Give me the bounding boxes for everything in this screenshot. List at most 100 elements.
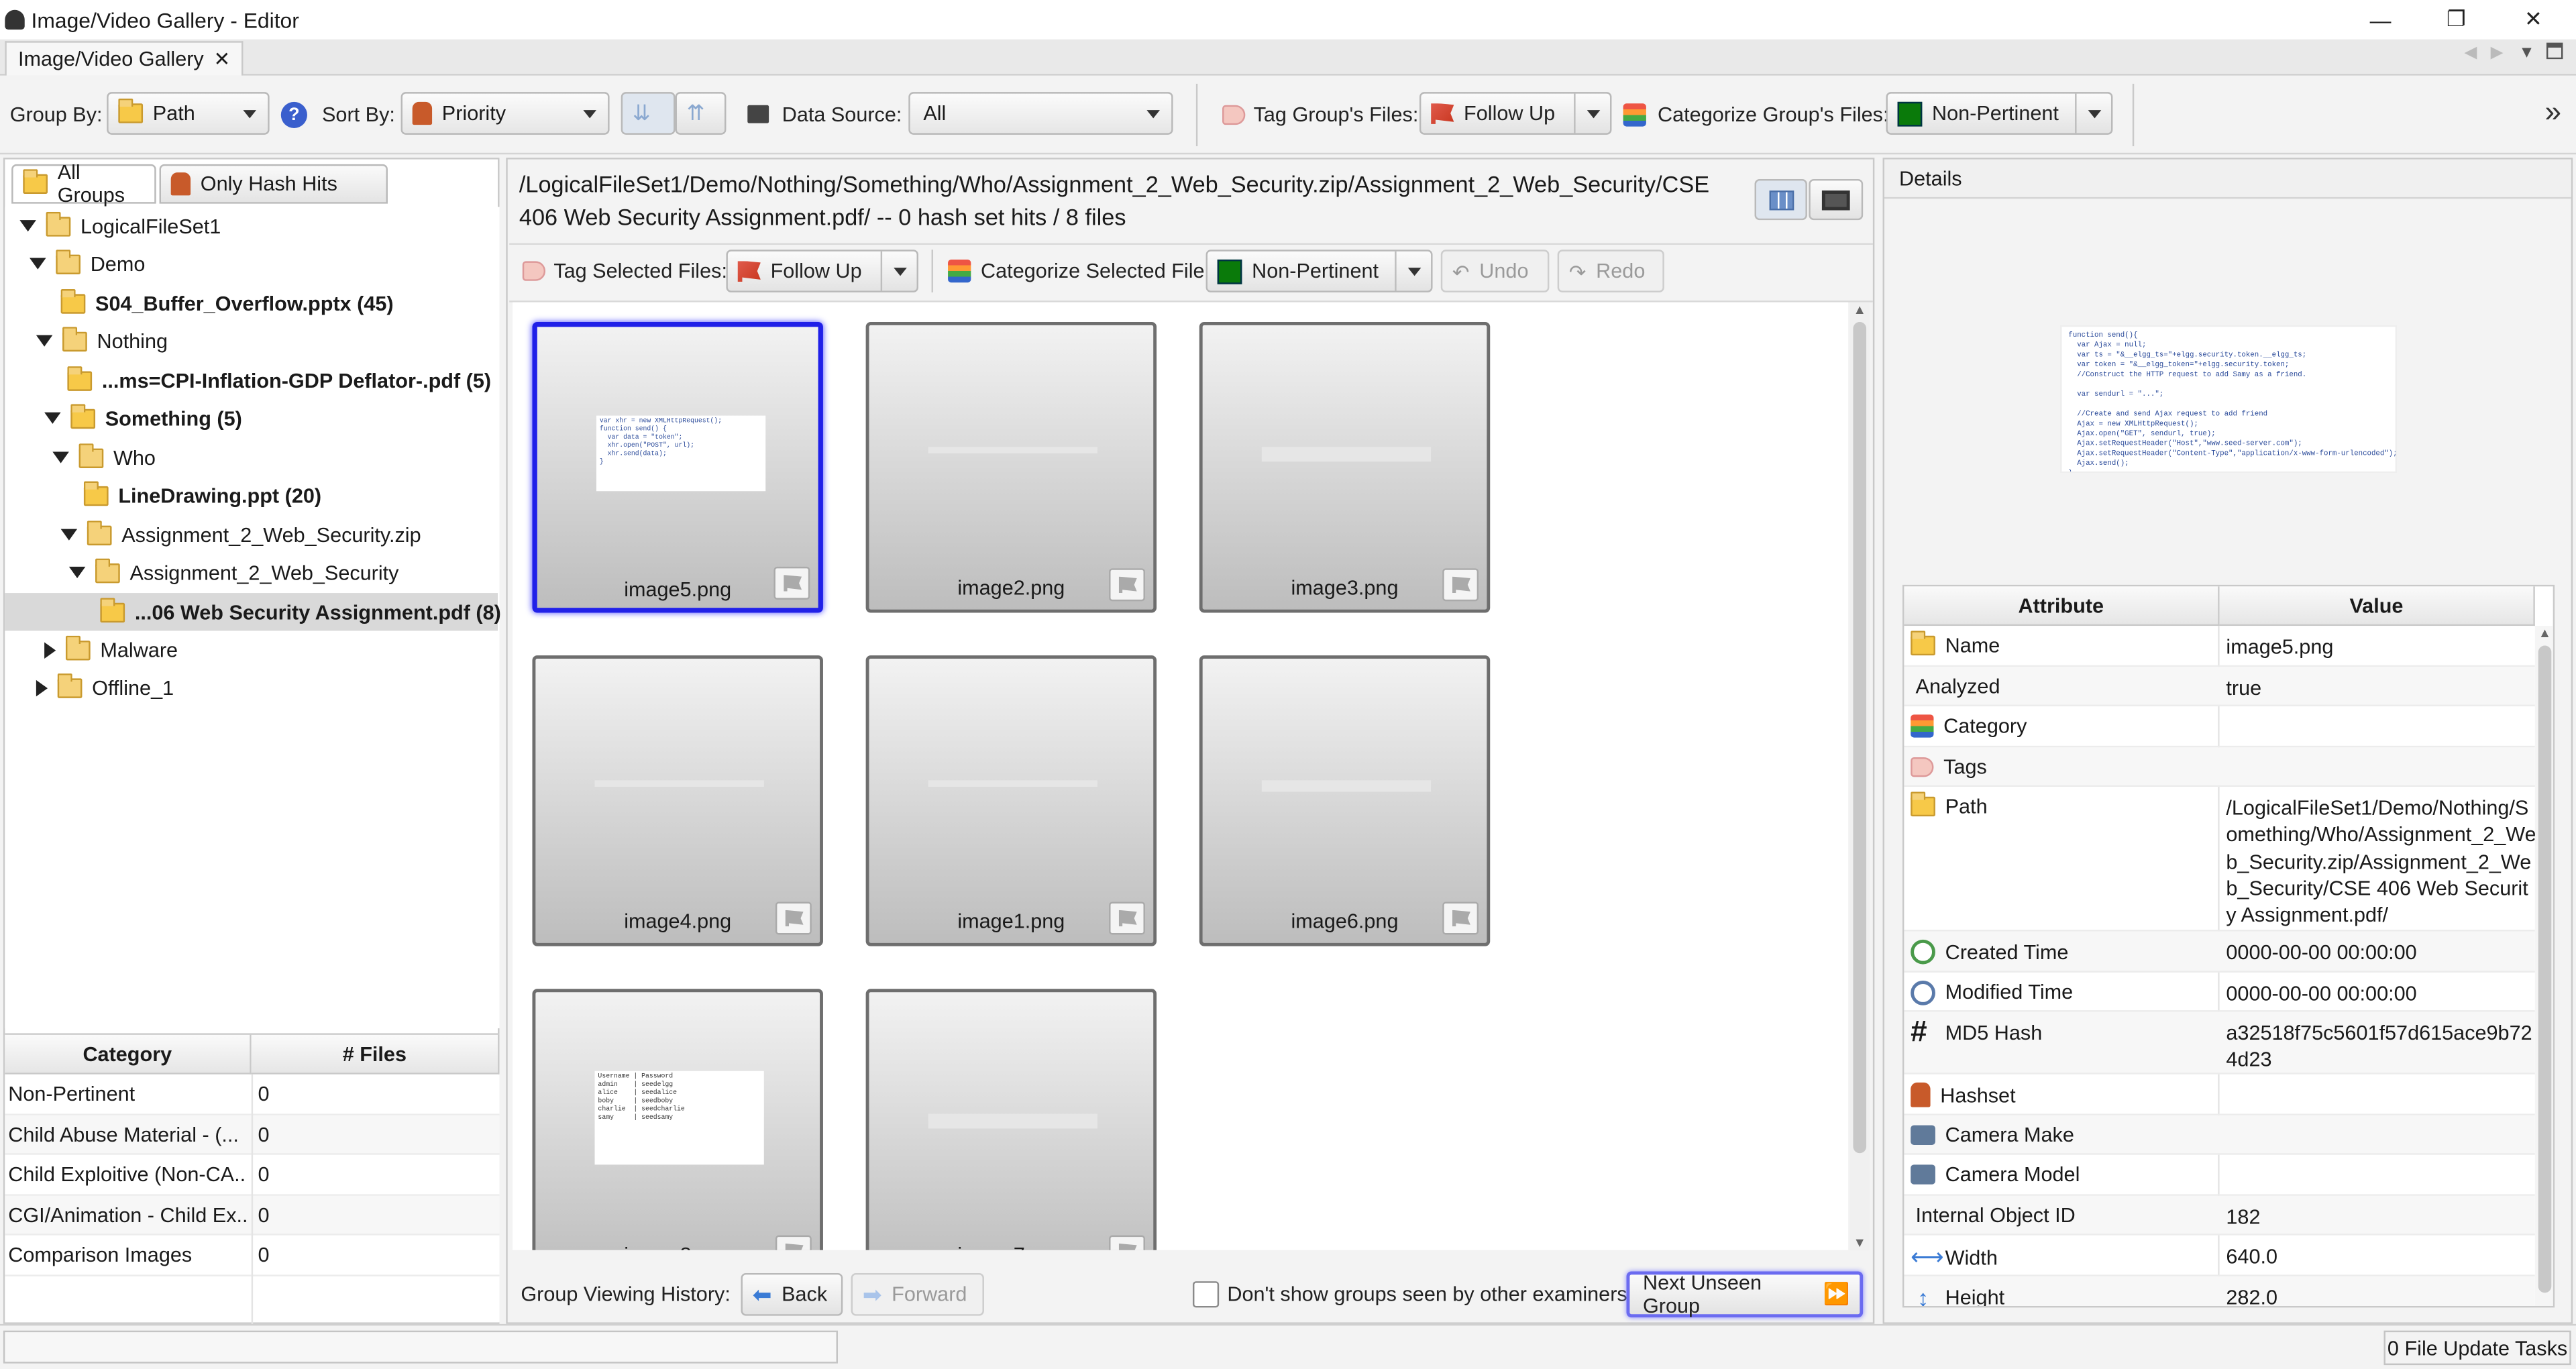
toolbar-overflow-icon[interactable]: » bbox=[2545, 95, 2562, 129]
sort-ascending-button[interactable]: ⇊ bbox=[621, 92, 676, 135]
attribute-row[interactable]: Created Time 0000-00-00 00:00:00 bbox=[1904, 931, 2535, 972]
restore-button[interactable]: ❐ bbox=[2418, 0, 2494, 40]
thumbnail-tile[interactable]: image2.png bbox=[865, 322, 1157, 613]
clock-icon bbox=[1911, 979, 1935, 1005]
back-arrow-icon: ⬅ bbox=[752, 1280, 772, 1307]
slideshow-view-button[interactable] bbox=[1809, 178, 1864, 221]
gallery-scroll-thumb[interactable] bbox=[1853, 322, 1867, 1154]
categorize-icon bbox=[948, 259, 971, 283]
data-source-select[interactable]: All bbox=[908, 92, 1173, 135]
tree-node[interactable]: Nothing bbox=[36, 322, 168, 360]
tag-icon bbox=[522, 261, 546, 281]
help-icon[interactable]: ? bbox=[280, 101, 307, 129]
dont-show-checkbox[interactable] bbox=[1192, 1281, 1220, 1308]
tree-node[interactable]: Assignment_2_Web_Security.zip bbox=[60, 516, 421, 553]
tree-node[interactable]: Assignment_2_Web_Security bbox=[68, 553, 399, 591]
categorize-selected-split-button[interactable]: Non-Pertinent bbox=[1205, 250, 1433, 292]
tree-node[interactable]: Who bbox=[52, 439, 156, 476]
tree-node[interactable]: Offline_1 bbox=[36, 669, 174, 706]
attribute-row[interactable]: Modified Time 0000-00-00 00:00:00 bbox=[1904, 972, 2535, 1012]
tile-tag-button[interactable] bbox=[775, 901, 812, 935]
undo-button[interactable]: ↶ Undo bbox=[1440, 250, 1550, 292]
gallery-scrollbar[interactable]: ▲ ▼ bbox=[1849, 302, 1870, 1250]
attribute-row[interactable]: ⟷ Width 640.0 bbox=[1904, 1236, 2535, 1276]
maximize-pane-icon[interactable] bbox=[2546, 42, 2563, 60]
tag-selected-split-button[interactable]: Follow Up bbox=[726, 250, 918, 292]
tile-tag-button[interactable] bbox=[775, 1235, 812, 1250]
categorize-selected-label: Categorize Selected File: bbox=[981, 259, 1211, 283]
back-button[interactable]: ⬅ Back bbox=[741, 1272, 843, 1316]
tile-tag-button[interactable] bbox=[1442, 901, 1479, 935]
tree-node[interactable]: Malware bbox=[44, 631, 178, 668]
tile-view-button[interactable] bbox=[1754, 178, 1807, 221]
title-bar: Image/Video Gallery - Editor — ❐ ✕ bbox=[0, 0, 2576, 40]
thumbnail-tile[interactable]: image1.png bbox=[865, 655, 1157, 946]
attribute-scrollbar[interactable]: ▲ bbox=[2534, 626, 2553, 1306]
sort-by-value: Priority bbox=[441, 101, 506, 125]
file-update-tasks[interactable]: 0 File Update Tasks bbox=[2383, 1330, 2571, 1366]
tree-node-selected[interactable]: ...06 Web Security Assignment.pdf (8) bbox=[100, 593, 501, 631]
tree-node[interactable]: S04_Buffer_Overflow.pptx (45) bbox=[60, 284, 394, 322]
attribute-row[interactable]: Name image5.png bbox=[1904, 626, 2535, 667]
tab-scroll-right-icon[interactable]: ▶ bbox=[2491, 44, 2504, 62]
thumbnail-tile-selected[interactable]: var xhr = new XMLHttpRequest(); function… bbox=[532, 322, 823, 613]
attribute-row[interactable]: Camera Model bbox=[1904, 1155, 2535, 1195]
scroll-up-icon[interactable]: ▲ bbox=[2538, 626, 2551, 641]
attribute-row[interactable]: Analyzed true bbox=[1904, 666, 2535, 707]
categorize-group-dropdown-arrow[interactable] bbox=[2075, 93, 2111, 133]
tile-tag-button[interactable] bbox=[773, 566, 810, 600]
tree-node[interactable]: LogicalFileSet1 bbox=[19, 207, 221, 245]
attribute-row[interactable]: Camera Make bbox=[1904, 1114, 2535, 1155]
scroll-down-icon[interactable]: ▼ bbox=[1853, 1236, 1866, 1250]
sort-by-select[interactable]: Priority bbox=[400, 92, 610, 135]
thumbnail-tile[interactable]: image3.png bbox=[1199, 322, 1491, 613]
group-by-select[interactable]: Path bbox=[107, 92, 270, 135]
tree-node[interactable]: LineDrawing.ppt (20) bbox=[83, 476, 321, 514]
close-window-button[interactable]: ✕ bbox=[2496, 0, 2571, 40]
tree-node[interactable]: Demo bbox=[30, 245, 145, 282]
tile-tag-button[interactable] bbox=[1109, 901, 1145, 935]
close-tab-icon[interactable]: ✕ bbox=[213, 48, 230, 70]
tab-all-groups-label: All Groups bbox=[57, 161, 125, 207]
value-header[interactable]: Value bbox=[2219, 586, 2535, 626]
height-icon: ↕ bbox=[1917, 1283, 1929, 1308]
attribute-row[interactable]: Hashset bbox=[1904, 1075, 2535, 1115]
tab-image-video-gallery[interactable]: Image/Video Gallery ✕ bbox=[5, 41, 244, 76]
tile-tag-button[interactable] bbox=[1109, 1235, 1145, 1250]
file-count-header[interactable]: # Files bbox=[251, 1034, 500, 1075]
attribute-header[interactable]: Attribute bbox=[1904, 586, 2220, 626]
thumbnail-tile[interactable]: image4.png bbox=[532, 655, 823, 946]
attribute-row[interactable]: ↕ Height 282.0 bbox=[1904, 1275, 2535, 1308]
forward-button[interactable]: ➡ Forward bbox=[851, 1272, 984, 1316]
thumbnail-tile[interactable]: image7.png bbox=[865, 989, 1157, 1250]
minimize-button[interactable]: — bbox=[2343, 0, 2418, 40]
folder-icon bbox=[1911, 791, 1935, 817]
categorize-group-split-button[interactable]: Non-Pertinent bbox=[1886, 92, 2113, 135]
redo-button[interactable]: ↷ Redo bbox=[1557, 250, 1664, 292]
tag-group-dropdown-arrow[interactable] bbox=[1574, 93, 1610, 133]
tag-group-split-button[interactable]: Follow Up bbox=[1419, 92, 1612, 135]
tree-node[interactable]: ...ms=CPI-Inflation-GDP Deflator-.pdf (5… bbox=[67, 362, 491, 399]
tile-tag-button[interactable] bbox=[1109, 568, 1145, 602]
attribute-row[interactable]: Path /LogicalFileSet1/Demo/Nothing/Somet… bbox=[1904, 787, 2536, 932]
attribute-scroll-thumb[interactable] bbox=[2538, 645, 2552, 1293]
sort-descending-button[interactable]: ⇈ bbox=[675, 92, 727, 135]
next-unseen-group-button[interactable]: Next Unseen Group ⏩ bbox=[1626, 1271, 1864, 1318]
tab-all-groups[interactable]: All Groups bbox=[11, 161, 156, 207]
tag-selected-dropdown-arrow[interactable] bbox=[880, 251, 917, 291]
scroll-up-icon[interactable]: ▲ bbox=[1853, 303, 1866, 317]
category-header[interactable]: Category bbox=[5, 1034, 252, 1075]
attribute-row[interactable]: Category bbox=[1904, 706, 2535, 747]
categorize-selected-dropdown-arrow[interactable] bbox=[1395, 251, 1431, 291]
attribute-row[interactable]: Tags bbox=[1904, 747, 2535, 787]
attribute-row[interactable]: # MD5 Hash a32518f75c5601f57d615ace9b724d… bbox=[1904, 1011, 2535, 1075]
tab-only-hash-hits[interactable]: Only Hash Hits bbox=[159, 164, 388, 204]
tab-scroll-left-icon[interactable]: ◀ bbox=[2464, 44, 2477, 62]
tab-menu-icon[interactable]: ▼ bbox=[2518, 44, 2534, 62]
tree-node[interactable]: Something (5) bbox=[44, 399, 242, 437]
thumbnail-tile[interactable]: image6.png bbox=[1199, 655, 1491, 946]
categorize-group-label: Categorize Group's Files: bbox=[1658, 103, 1889, 127]
attribute-row[interactable]: Internal Object ID 182 bbox=[1904, 1195, 2535, 1236]
thumbnail-tile[interactable]: Username | Password admin | seedelgg ali… bbox=[532, 989, 823, 1250]
tile-tag-button[interactable] bbox=[1442, 568, 1479, 602]
